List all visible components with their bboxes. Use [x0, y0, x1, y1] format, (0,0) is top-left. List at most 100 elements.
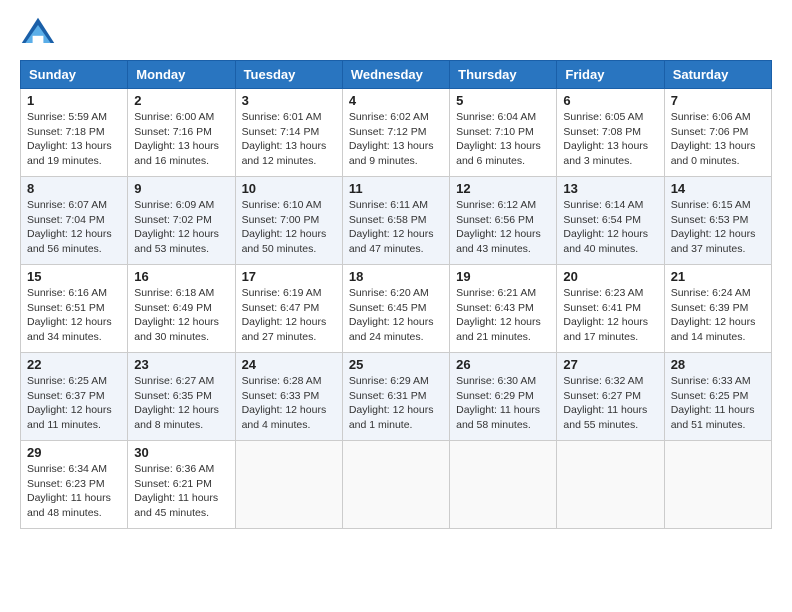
- calendar-cell: 24 Sunrise: 6:28 AMSunset: 6:33 PMDayligh…: [235, 353, 342, 441]
- header: [20, 16, 772, 52]
- day-number: 6: [563, 93, 657, 108]
- day-info: Sunrise: 6:01 AMSunset: 7:14 PMDaylight:…: [242, 110, 336, 169]
- day-number: 9: [134, 181, 228, 196]
- calendar-cell: 21Sunrise: 6:24 AMSunset: 6:39 PMDayligh…: [664, 265, 771, 353]
- day-number: 4: [349, 93, 443, 108]
- day-number: 30: [134, 445, 228, 460]
- day-number: 17: [242, 269, 336, 284]
- day-info: Sunrise: 6:27 AMSunset: 6:35 PMDaylight:…: [134, 374, 228, 433]
- logo: [20, 16, 60, 52]
- column-header-saturday: Saturday: [664, 61, 771, 89]
- day-number: 1: [27, 93, 121, 108]
- calendar-cell: [664, 441, 771, 529]
- day-number: 15: [27, 269, 121, 284]
- day-info: Sunrise: 6:02 AMSunset: 7:12 PMDaylight:…: [349, 110, 443, 169]
- day-info: Sunrise: 6:05 AMSunset: 7:08 PMDaylight:…: [563, 110, 657, 169]
- calendar-cell: 2 Sunrise: 6:00 AMSunset: 7:16 PMDaylight…: [128, 89, 235, 177]
- day-number: 26: [456, 357, 550, 372]
- day-info: Sunrise: 6:11 AMSunset: 6:58 PMDaylight:…: [349, 198, 443, 257]
- calendar-cell: 6 Sunrise: 6:05 AMSunset: 7:08 PMDaylight…: [557, 89, 664, 177]
- day-number: 29: [27, 445, 121, 460]
- day-number: 16: [134, 269, 228, 284]
- week-row-3: 15 Sunrise: 6:16 AMSunset: 6:51 PMDayligh…: [21, 265, 772, 353]
- day-info: Sunrise: 6:19 AMSunset: 6:47 PMDaylight:…: [242, 286, 336, 345]
- day-number: 28: [671, 357, 765, 372]
- day-info: Sunrise: 6:32 AMSunset: 6:27 PMDaylight:…: [563, 374, 657, 433]
- column-header-monday: Monday: [128, 61, 235, 89]
- calendar-cell: 8 Sunrise: 6:07 AMSunset: 7:04 PMDaylight…: [21, 177, 128, 265]
- day-info: Sunrise: 6:15 AMSunset: 6:53 PMDaylight:…: [671, 198, 765, 257]
- column-header-friday: Friday: [557, 61, 664, 89]
- calendar-cell: 23 Sunrise: 6:27 AMSunset: 6:35 PMDayligh…: [128, 353, 235, 441]
- day-info: Sunrise: 6:00 AMSunset: 7:16 PMDaylight:…: [134, 110, 228, 169]
- day-info: Sunrise: 6:28 AMSunset: 6:33 PMDaylight:…: [242, 374, 336, 433]
- calendar-cell: 13 Sunrise: 6:14 AMSunset: 6:54 PMDayligh…: [557, 177, 664, 265]
- calendar-cell: 22 Sunrise: 6:25 AMSunset: 6:37 PMDayligh…: [21, 353, 128, 441]
- day-info: Sunrise: 6:12 AMSunset: 6:56 PMDaylight:…: [456, 198, 550, 257]
- calendar-cell: 15 Sunrise: 6:16 AMSunset: 6:51 PMDayligh…: [21, 265, 128, 353]
- day-number: 13: [563, 181, 657, 196]
- day-info: Sunrise: 6:25 AMSunset: 6:37 PMDaylight:…: [27, 374, 121, 433]
- day-number: 18: [349, 269, 443, 284]
- calendar-cell: [342, 441, 449, 529]
- day-number: 23: [134, 357, 228, 372]
- day-info: Sunrise: 6:18 AMSunset: 6:49 PMDaylight:…: [134, 286, 228, 345]
- column-header-wednesday: Wednesday: [342, 61, 449, 89]
- day-info: Sunrise: 6:24 AMSunset: 6:39 PMDaylight:…: [671, 286, 765, 345]
- day-info: Sunrise: 6:21 AMSunset: 6:43 PMDaylight:…: [456, 286, 550, 345]
- day-number: 8: [27, 181, 121, 196]
- general-blue-logo-icon: [20, 16, 56, 52]
- day-number: 3: [242, 93, 336, 108]
- day-number: 11: [349, 181, 443, 196]
- day-number: 10: [242, 181, 336, 196]
- day-info: Sunrise: 6:36 AMSunset: 6:21 PMDaylight:…: [134, 462, 228, 521]
- day-number: 14: [671, 181, 765, 196]
- calendar-cell: 25 Sunrise: 6:29 AMSunset: 6:31 PMDayligh…: [342, 353, 449, 441]
- column-header-tuesday: Tuesday: [235, 61, 342, 89]
- calendar-cell: 26Sunrise: 6:30 AMSunset: 6:29 PMDayligh…: [450, 353, 557, 441]
- calendar-cell: 9Sunrise: 6:09 AMSunset: 7:02 PMDaylight…: [128, 177, 235, 265]
- calendar-cell: [557, 441, 664, 529]
- day-info: Sunrise: 6:20 AMSunset: 6:45 PMDaylight:…: [349, 286, 443, 345]
- day-info: Sunrise: 6:10 AMSunset: 7:00 PMDaylight:…: [242, 198, 336, 257]
- day-number: 7: [671, 93, 765, 108]
- calendar-cell: 17 Sunrise: 6:19 AMSunset: 6:47 PMDayligh…: [235, 265, 342, 353]
- day-number: 25: [349, 357, 443, 372]
- calendar-cell: 29 Sunrise: 6:34 AMSunset: 6:23 PMDayligh…: [21, 441, 128, 529]
- calendar-cell: 5 Sunrise: 6:04 AMSunset: 7:10 PMDaylight…: [450, 89, 557, 177]
- day-info: Sunrise: 6:06 AMSunset: 7:06 PMDaylight:…: [671, 110, 765, 169]
- calendar-cell: [450, 441, 557, 529]
- day-info: Sunrise: 6:16 AMSunset: 6:51 PMDaylight:…: [27, 286, 121, 345]
- week-row-4: 22 Sunrise: 6:25 AMSunset: 6:37 PMDayligh…: [21, 353, 772, 441]
- day-number: 5: [456, 93, 550, 108]
- day-info: Sunrise: 6:29 AMSunset: 6:31 PMDaylight:…: [349, 374, 443, 433]
- calendar-cell: 1Sunrise: 5:59 AMSunset: 7:18 PMDaylight…: [21, 89, 128, 177]
- calendar-cell: [235, 441, 342, 529]
- week-row-1: 1Sunrise: 5:59 AMSunset: 7:18 PMDaylight…: [21, 89, 772, 177]
- calendar-cell: 30 Sunrise: 6:36 AMSunset: 6:21 PMDayligh…: [128, 441, 235, 529]
- calendar-cell: 7 Sunrise: 6:06 AMSunset: 7:06 PMDaylight…: [664, 89, 771, 177]
- column-header-thursday: Thursday: [450, 61, 557, 89]
- day-info: Sunrise: 6:34 AMSunset: 6:23 PMDaylight:…: [27, 462, 121, 521]
- calendar-cell: 4 Sunrise: 6:02 AMSunset: 7:12 PMDaylight…: [342, 89, 449, 177]
- day-number: 20: [563, 269, 657, 284]
- calendar-cell: 27Sunrise: 6:32 AMSunset: 6:27 PMDayligh…: [557, 353, 664, 441]
- calendar-cell: 20Sunrise: 6:23 AMSunset: 6:41 PMDayligh…: [557, 265, 664, 353]
- week-row-2: 8 Sunrise: 6:07 AMSunset: 7:04 PMDaylight…: [21, 177, 772, 265]
- calendar-cell: 12Sunrise: 6:12 AMSunset: 6:56 PMDayligh…: [450, 177, 557, 265]
- day-info: Sunrise: 6:04 AMSunset: 7:10 PMDaylight:…: [456, 110, 550, 169]
- day-number: 22: [27, 357, 121, 372]
- column-header-sunday: Sunday: [21, 61, 128, 89]
- calendar-cell: 11 Sunrise: 6:11 AMSunset: 6:58 PMDayligh…: [342, 177, 449, 265]
- calendar-cell: 3 Sunrise: 6:01 AMSunset: 7:14 PMDaylight…: [235, 89, 342, 177]
- calendar: SundayMondayTuesdayWednesdayThursdayFrid…: [20, 60, 772, 529]
- calendar-cell: 16 Sunrise: 6:18 AMSunset: 6:49 PMDayligh…: [128, 265, 235, 353]
- day-number: 19: [456, 269, 550, 284]
- day-number: 24: [242, 357, 336, 372]
- week-row-5: 29 Sunrise: 6:34 AMSunset: 6:23 PMDayligh…: [21, 441, 772, 529]
- calendar-cell: 28Sunrise: 6:33 AMSunset: 6:25 PMDayligh…: [664, 353, 771, 441]
- calendar-cell: 10 Sunrise: 6:10 AMSunset: 7:00 PMDayligh…: [235, 177, 342, 265]
- day-info: Sunrise: 6:07 AMSunset: 7:04 PMDaylight:…: [27, 198, 121, 257]
- day-info: Sunrise: 6:14 AMSunset: 6:54 PMDaylight:…: [563, 198, 657, 257]
- day-number: 2: [134, 93, 228, 108]
